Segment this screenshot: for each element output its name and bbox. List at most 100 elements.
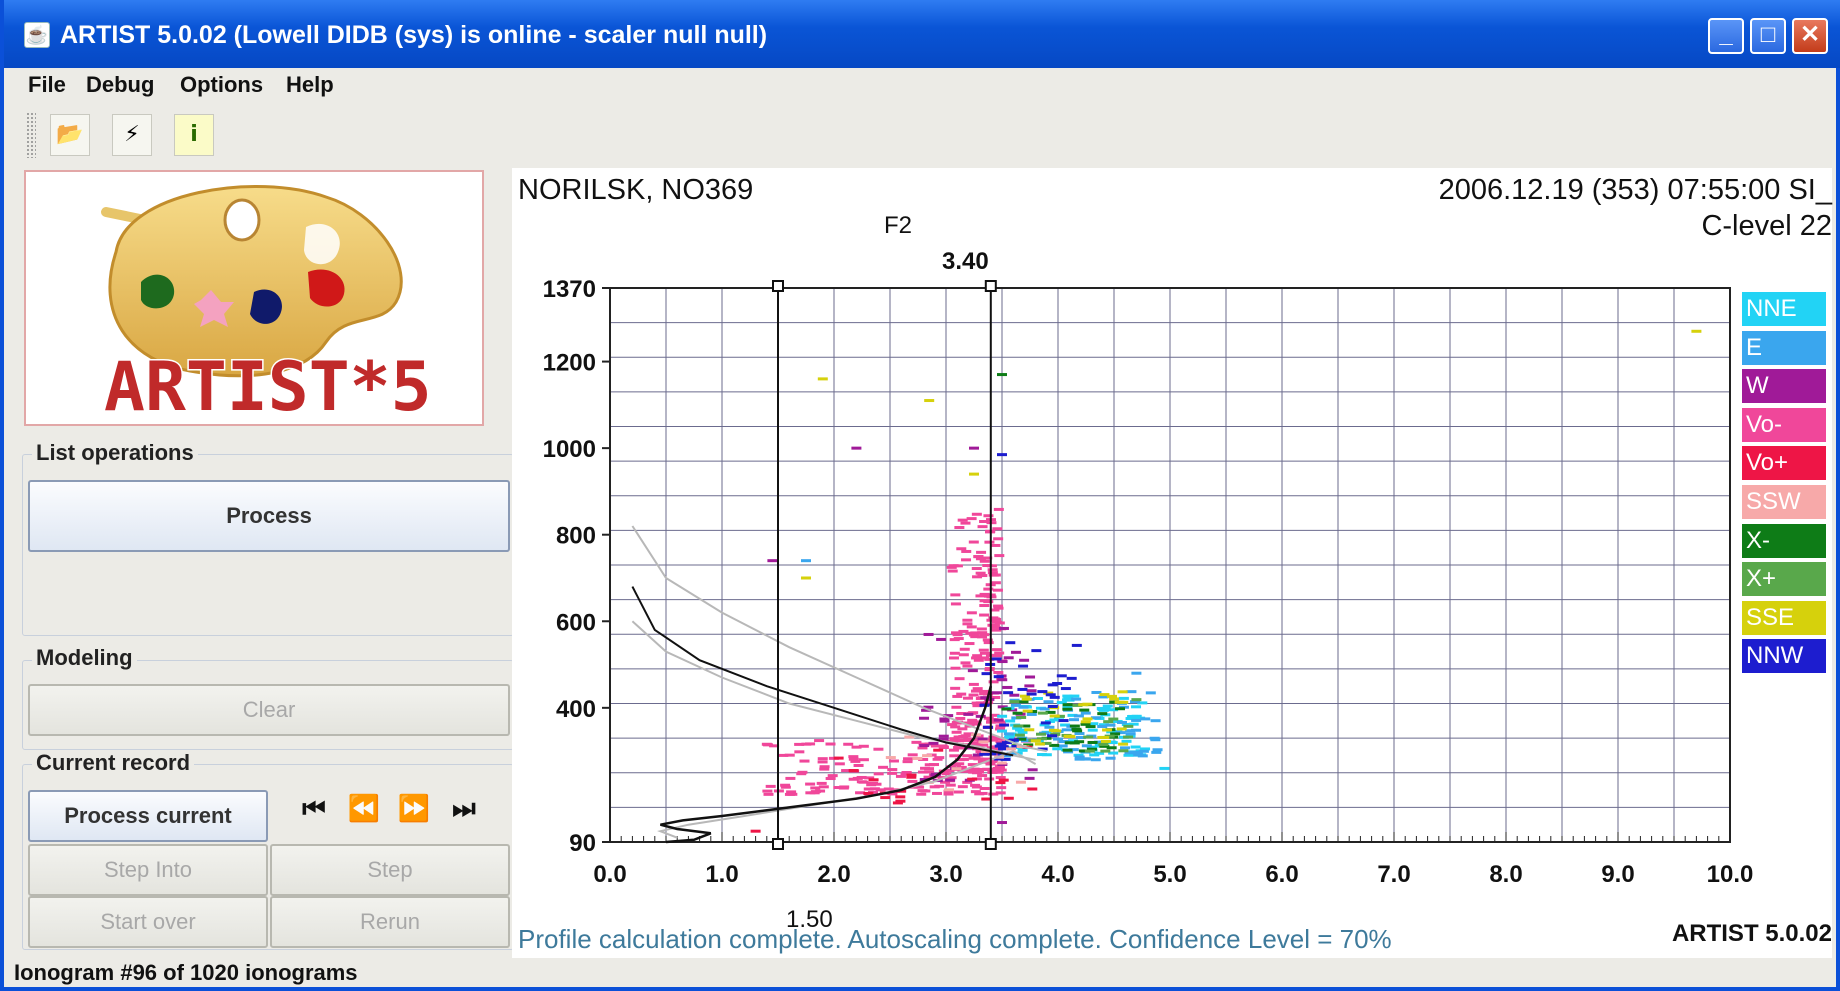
echo-point <box>1137 754 1148 758</box>
step-button[interactable]: Step <box>270 844 510 896</box>
echo-point <box>987 568 998 572</box>
echo-point <box>1003 656 1014 660</box>
cursor-handle-top[interactable] <box>772 280 784 292</box>
echo-point <box>996 761 1007 765</box>
echo-point <box>951 730 962 734</box>
echo-point <box>816 781 827 785</box>
echo-point <box>805 782 816 786</box>
close-icon[interactable]: ✕ <box>1792 18 1828 54</box>
echo-point <box>1100 739 1111 743</box>
process-button[interactable]: Process <box>28 480 510 552</box>
echo-point <box>825 777 836 781</box>
echo-point <box>991 654 1002 658</box>
echo-point <box>971 656 982 660</box>
menu-debug[interactable]: Debug <box>86 72 154 98</box>
echo-point <box>979 786 990 790</box>
echo-point <box>1037 711 1048 715</box>
title-bar[interactable]: ☕ ARTIST 5.0.02 (Lowell DIDB (sys) is on… <box>4 0 1840 68</box>
echo-point <box>1005 719 1016 723</box>
y-tick-label: 1200 <box>543 350 596 377</box>
echo-point <box>978 648 989 652</box>
toolbar-grip[interactable] <box>26 112 36 158</box>
cursor-handle-bottom[interactable] <box>984 838 997 850</box>
next-record-icon[interactable]: ⏩ <box>394 788 434 830</box>
echo-point <box>873 747 884 751</box>
echo-point <box>960 521 971 525</box>
echo-point <box>919 744 930 748</box>
echo-point <box>951 631 962 635</box>
clear-button[interactable]: Clear <box>28 684 510 736</box>
menu-help[interactable]: Help <box>286 72 334 98</box>
step-into-button[interactable]: Step Into <box>28 844 268 896</box>
echo-point <box>960 734 971 738</box>
echo-point <box>919 716 930 720</box>
echo-point <box>762 789 773 793</box>
echo-point <box>887 771 898 775</box>
palette-logo-image: ARTIST*5 <box>101 184 433 424</box>
menu-file[interactable]: File <box>28 72 66 98</box>
echo-point <box>817 377 828 381</box>
previous-record-icon[interactable]: ⏪ <box>344 788 384 830</box>
echo-point <box>1102 704 1113 708</box>
echo-point <box>885 756 896 760</box>
ionogram-panel[interactable]: NORILSK, NO369 2006.12.19 (353) 07:55:00… <box>512 168 1832 958</box>
echo-point <box>968 540 979 544</box>
process-current-button[interactable]: Process current <box>28 790 268 842</box>
echo-point <box>1037 690 1048 694</box>
cursor-handle-bottom[interactable] <box>772 838 784 850</box>
echo-point <box>969 472 979 476</box>
version-label: ARTIST 5.0.02 <box>1671 920 1832 947</box>
legend-item: X+ <box>1742 562 1826 597</box>
echo-point <box>1036 732 1047 736</box>
echo-point <box>888 759 899 763</box>
echo-point <box>922 754 933 758</box>
echo-point <box>1120 746 1131 750</box>
first-record-icon[interactable]: ⏮ <box>294 788 334 830</box>
cursor-handle-top[interactable] <box>984 280 997 292</box>
palette-hole <box>223 198 261 242</box>
echo-point <box>1030 739 1041 743</box>
echo-point <box>1052 747 1063 751</box>
open-folder-icon[interactable]: 📂 <box>50 114 90 156</box>
echo-point <box>1131 718 1142 722</box>
maximize-icon[interactable]: □ <box>1750 18 1786 54</box>
echo-point <box>977 631 988 635</box>
echo-point <box>957 727 968 731</box>
menu-options[interactable]: Options <box>180 72 263 98</box>
echo-point <box>962 664 973 668</box>
echo-point <box>924 763 935 767</box>
start-over-button[interactable]: Start over <box>28 896 268 948</box>
echo-point <box>1064 741 1075 745</box>
echo-point <box>1057 744 1068 748</box>
echo-point <box>1062 703 1073 707</box>
echo-point <box>997 678 1008 682</box>
minimize-icon[interactable]: _ <box>1708 18 1744 54</box>
echo-point <box>966 625 977 629</box>
echo-point <box>819 765 830 769</box>
echo-point <box>960 661 971 665</box>
y-tick-label: 90 <box>569 830 596 857</box>
echo-point <box>944 788 955 792</box>
echo-point <box>984 777 995 781</box>
echo-point <box>953 790 964 794</box>
last-record-icon[interactable]: ⏭ <box>444 788 484 830</box>
echo-point <box>979 752 990 756</box>
rerun-button[interactable]: Rerun <box>270 896 510 948</box>
echo-point <box>1024 776 1035 780</box>
echo-point <box>924 399 935 403</box>
echo-point <box>868 778 879 782</box>
echo-point <box>947 569 958 573</box>
echo-point <box>1024 728 1035 732</box>
echo-point <box>827 774 838 778</box>
echo-point <box>966 611 977 615</box>
echo-point <box>987 571 998 575</box>
info-icon[interactable]: i <box>174 114 214 156</box>
echo-point <box>993 537 1004 541</box>
lightning-icon[interactable]: ⚡ <box>112 114 152 156</box>
echo-point <box>949 651 960 655</box>
echo-point <box>767 559 778 563</box>
echo-point <box>1012 711 1023 715</box>
echo-point <box>1009 700 1020 704</box>
echo-point <box>979 599 990 603</box>
ionogram-chart[interactable]: 0.0 1.0 2.0 3.0 4.0 5.0 6.0 7.0 8.0 9.0 10.0 1370 12… <box>512 168 1832 908</box>
